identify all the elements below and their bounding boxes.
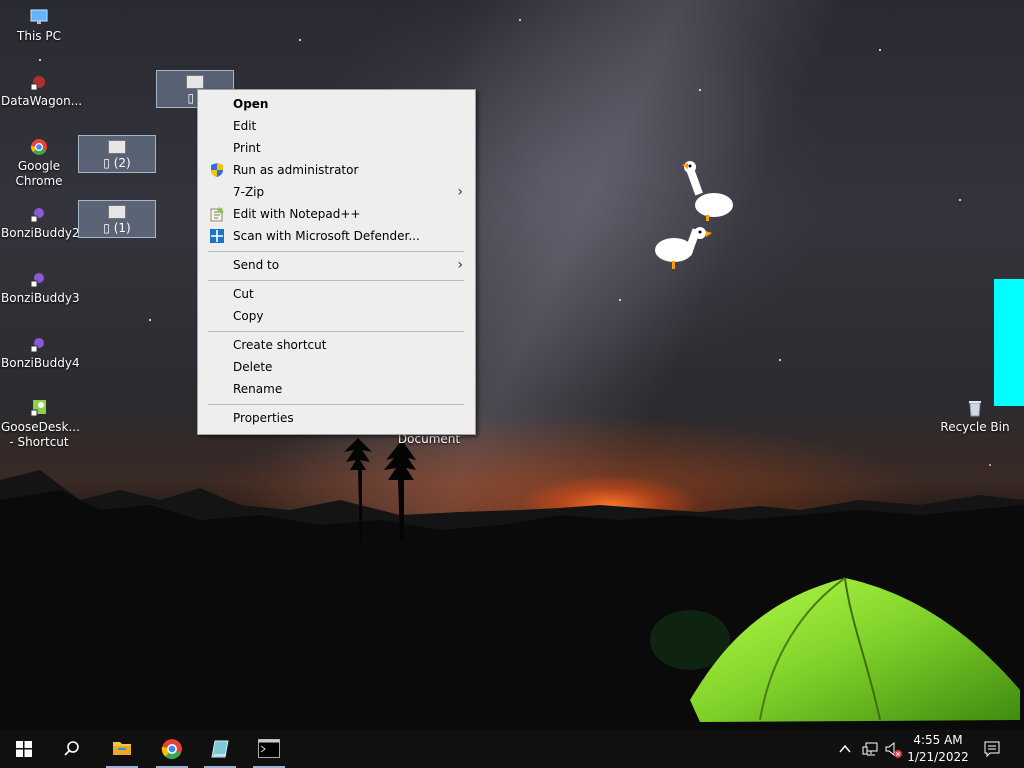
menu-item-label: Edit with Notepad++ bbox=[233, 207, 361, 221]
taskbar-command-prompt[interactable] bbox=[249, 730, 289, 768]
selected-file-3[interactable]: ▯ (1) bbox=[78, 200, 156, 238]
context-menu: Open Edit Print Run as administrator 7-Z… bbox=[197, 89, 476, 435]
desktop-icon-this-pc[interactable]: This PC bbox=[1, 7, 77, 44]
menu-item-label: 7-Zip bbox=[233, 185, 265, 199]
desktop-icon-label: GooseDesk... - Shortcut bbox=[1, 420, 80, 449]
menu-item-label: Delete bbox=[233, 360, 273, 374]
menu-item-label: Rename bbox=[233, 382, 283, 396]
menu-item-label: Cut bbox=[233, 287, 254, 301]
menu-item-properties[interactable]: Properties bbox=[201, 407, 472, 429]
cyan-overlay-bar bbox=[994, 279, 1024, 406]
goose-shortcut-icon bbox=[30, 400, 46, 417]
volume-muted-icon[interactable] bbox=[884, 741, 904, 759]
chrome-icon bbox=[161, 739, 182, 760]
file-icon bbox=[108, 140, 126, 154]
desktop-icon-datawagon[interactable]: DataWagon... bbox=[1, 72, 83, 109]
menu-separator bbox=[208, 251, 464, 252]
selected-file-label: ▯ (2) bbox=[103, 156, 131, 170]
search-button[interactable] bbox=[52, 730, 92, 768]
taskbar-app-book[interactable] bbox=[200, 730, 240, 768]
desktop-icon-label: BonziBuddy4 bbox=[1, 356, 80, 370]
menu-item-label: Print bbox=[233, 141, 261, 155]
start-button[interactable] bbox=[4, 730, 44, 768]
submenu-arrow-icon: › bbox=[457, 257, 463, 273]
datawagon-icon bbox=[30, 76, 45, 91]
menu-item-print[interactable]: Print bbox=[201, 137, 472, 159]
menu-item-label: Edit bbox=[233, 119, 257, 133]
taskbar: 4:55 AM 1/21/2022 bbox=[0, 730, 1024, 768]
desktop-icon-label: BonziBuddy3 bbox=[1, 291, 80, 305]
desktop-icon-label: This PC bbox=[17, 29, 61, 43]
windows-logo-icon bbox=[16, 741, 32, 757]
bonzibuddy-icon bbox=[30, 338, 44, 353]
desktop-icon-label: Recycle Bin bbox=[940, 420, 1010, 434]
desktop-icon-label: Google Chrome bbox=[15, 159, 63, 188]
menu-item-edit[interactable]: Edit bbox=[201, 115, 472, 137]
menu-item-edit-with-notepadpp[interactable]: Edit with Notepad++ bbox=[201, 203, 472, 225]
menu-item-delete[interactable]: Delete bbox=[201, 356, 472, 378]
desktop-icon-google-chrome[interactable]: Google Chrome bbox=[1, 137, 77, 189]
taskbar-clock[interactable]: 4:55 AM 1/21/2022 bbox=[906, 732, 970, 766]
recycle-bin-icon bbox=[969, 401, 981, 417]
desktop-icon-bonzibuddy2[interactable]: BonziBuddy2 bbox=[1, 204, 80, 241]
menu-item-7zip[interactable]: 7-Zip › bbox=[201, 181, 472, 203]
terminal-icon bbox=[258, 739, 280, 758]
menu-item-cut[interactable]: Cut bbox=[201, 283, 472, 305]
book-icon bbox=[211, 740, 229, 758]
menu-item-label: Send to bbox=[233, 258, 280, 272]
file-icon bbox=[108, 205, 126, 219]
menu-item-scan-with-defender[interactable]: Scan with Microsoft Defender... bbox=[201, 225, 472, 247]
menu-item-label: Create shortcut bbox=[233, 338, 327, 352]
menu-item-send-to[interactable]: Send to › bbox=[201, 254, 472, 276]
taskbar-chrome[interactable] bbox=[152, 730, 192, 768]
clock-date: 1/21/2022 bbox=[907, 750, 969, 764]
taskbar-file-explorer[interactable] bbox=[102, 730, 142, 768]
desktop: This PC DataWagon... Google Chrome Bonzi… bbox=[0, 0, 1024, 730]
clock-time: 4:55 AM bbox=[913, 733, 963, 747]
uac-shield-icon bbox=[211, 163, 223, 177]
action-center-notification-icon[interactable] bbox=[983, 740, 1001, 758]
monitor-icon bbox=[30, 9, 48, 24]
menu-item-label: Run as administrator bbox=[233, 163, 359, 177]
menu-item-run-as-administrator[interactable]: Run as administrator bbox=[201, 159, 472, 181]
desktop-icon-goosedesktop-shortcut[interactable]: GooseDesk... - Shortcut bbox=[1, 398, 80, 450]
menu-item-copy[interactable]: Copy bbox=[201, 305, 472, 327]
notepadpp-icon bbox=[210, 207, 224, 222]
desktop-icon-bonzibuddy3[interactable]: BonziBuddy3 bbox=[1, 269, 80, 306]
menu-item-create-shortcut[interactable]: Create shortcut bbox=[201, 334, 472, 356]
desktop-icon-label: DataWagon... bbox=[1, 94, 83, 108]
search-icon bbox=[64, 741, 79, 756]
bonzibuddy-icon bbox=[30, 208, 44, 223]
submenu-arrow-icon: › bbox=[457, 184, 463, 200]
menu-item-label: Open bbox=[233, 97, 269, 111]
chrome-icon bbox=[30, 139, 47, 155]
menu-separator bbox=[208, 331, 464, 332]
menu-item-label: Copy bbox=[233, 309, 264, 323]
wallpaper-tent bbox=[690, 577, 1020, 722]
desktop-icon-label: BonziBuddy2 bbox=[1, 226, 80, 240]
selected-file-label: ▯ (1) bbox=[103, 221, 131, 235]
menu-item-label: Properties bbox=[233, 411, 294, 425]
folder-icon bbox=[113, 742, 131, 755]
show-hidden-icons-chevron-up-icon[interactable] bbox=[838, 742, 852, 756]
defender-icon bbox=[210, 229, 224, 243]
desktop-icon-bonzibuddy4[interactable]: BonziBuddy4 bbox=[1, 334, 80, 371]
menu-item-rename[interactable]: Rename bbox=[201, 378, 472, 400]
file-icon bbox=[186, 75, 204, 89]
menu-separator bbox=[208, 280, 464, 281]
selected-file-2[interactable]: ▯ (2) bbox=[78, 135, 156, 173]
network-icon[interactable] bbox=[862, 741, 880, 757]
menu-item-label: Scan with Microsoft Defender... bbox=[233, 229, 420, 243]
goose-sprites bbox=[655, 161, 733, 269]
bonzibuddy-icon bbox=[30, 273, 44, 288]
menu-item-open[interactable]: Open bbox=[201, 93, 472, 115]
menu-separator bbox=[208, 404, 464, 405]
